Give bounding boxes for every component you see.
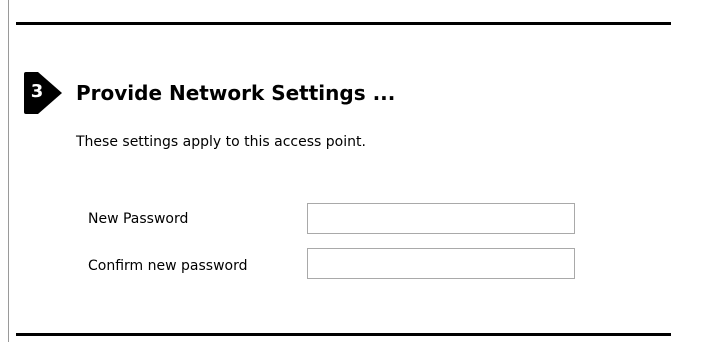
top-divider bbox=[16, 22, 671, 25]
section-title: Provide Network Settings ... bbox=[76, 81, 396, 105]
confirm-password-input[interactable] bbox=[307, 248, 575, 279]
confirm-password-label: Confirm new password bbox=[88, 258, 248, 274]
network-settings-page: 3 Provide Network Settings ... These set… bbox=[0, 0, 702, 342]
left-border bbox=[8, 0, 9, 342]
new-password-input[interactable] bbox=[307, 203, 575, 234]
bottom-divider bbox=[16, 333, 671, 336]
section-description: These settings apply to this access poin… bbox=[76, 134, 366, 150]
new-password-label: New Password bbox=[88, 211, 189, 227]
step-number: 3 bbox=[30, 81, 44, 102]
